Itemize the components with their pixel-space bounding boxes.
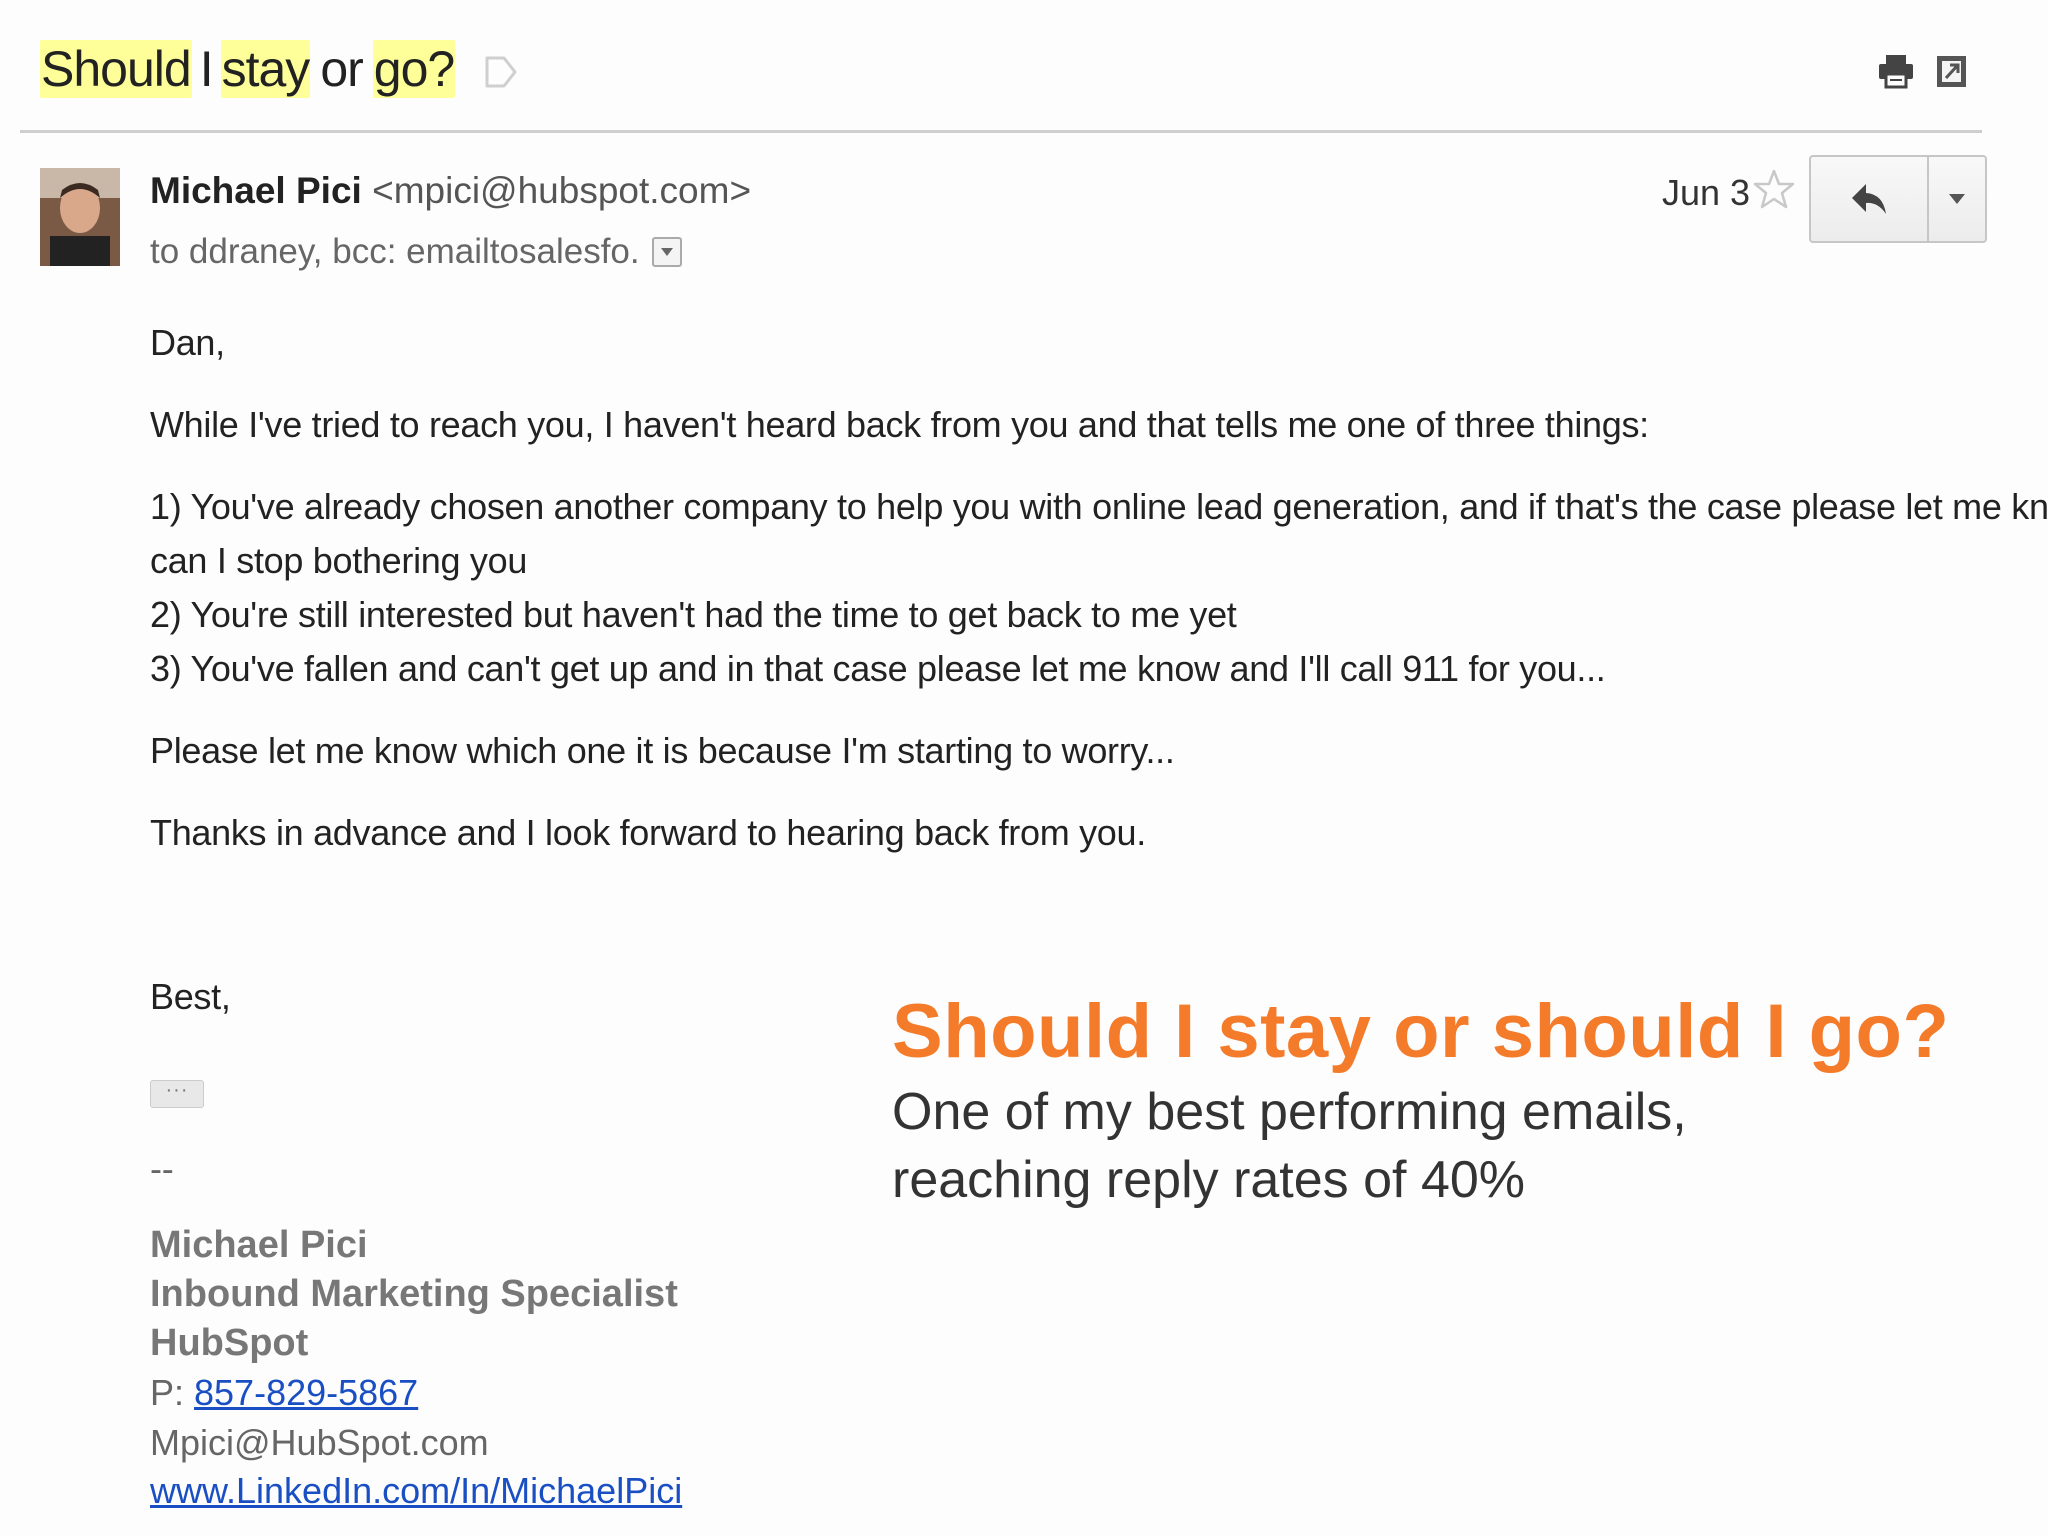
reply-button[interactable] [1811,157,1929,241]
chevron-down-icon [660,248,673,256]
body-item-1: 1) You've already chosen another company… [150,486,2048,527]
signature-email: Mpici@HubSpot.com [150,1422,489,1463]
avatar[interactable] [40,168,120,266]
recipients-line: to ddraney, bcc: emailtosalesfo. [150,232,682,272]
phone-label: P: [150,1372,195,1413]
body-paragraph-3: Thanks in advance and I look forward to … [150,812,1146,853]
subject-word: go? [372,40,455,98]
show-trimmed-content-button[interactable]: ··· [150,1080,204,1108]
subject-word: Should [40,40,192,98]
signature-company: HubSpot [150,1322,309,1364]
subject-word: I [199,41,214,97]
header-divider [20,130,1982,133]
chevron-down-icon [1949,194,1965,204]
signature-title: Inbound Marketing Specialist [150,1273,678,1315]
callout-caption-line-1: One of my best performing emails, [892,1083,1687,1141]
callout-caption-line-2: reaching reply rates of 40% [892,1151,1526,1209]
recipients-text: to ddraney, bcc: emailtosalesfo. [150,232,640,271]
body-greeting: Dan, [150,322,225,363]
message-date: Jun 3 [1662,172,1751,213]
signature-separator: -- [150,1148,174,1189]
linkedin-link[interactable]: www.LinkedIn.com/In/MichaelPici [150,1470,682,1511]
star-icon[interactable] [1753,168,1795,210]
body-intro: While I've tried to reach you, I haven't… [150,404,1649,445]
signature-phone-line: P: 857-829-5867 [150,1372,418,1414]
body-item-1-cont: can I stop bothering you [150,540,528,581]
subject-word: stay [220,40,311,98]
phone-link[interactable]: 857-829-5867 [194,1372,418,1413]
print-icon[interactable] [1877,52,1915,90]
body-item-3: 3) You've fallen and can't get up and in… [150,648,1606,689]
email-subject: Should I stay or go? [40,34,455,104]
callout-title: Should I stay or should I go? [892,989,1950,1074]
body-paragraph-2: Please let me know which one it is becau… [150,730,1175,771]
body-closing: Best, [150,976,231,1017]
signature-name: Michael Pici [150,1224,368,1266]
sender-name[interactable]: Michael Pici [150,170,362,211]
signature-linkedin-line: www.LinkedIn.com/In/MichaelPici [150,1470,682,1512]
body-item-2: 2) You're still interested but haven't h… [150,594,1237,635]
sender-email: <mpici@hubspot.com> [372,170,752,211]
recipient-details-toggle[interactable] [651,237,682,267]
more-actions-button[interactable] [1929,157,1985,241]
label-icon[interactable] [484,54,518,90]
subject-word: or [320,41,363,97]
reply-icon [1852,184,1886,214]
sender-line: Michael Pici <mpici@hubspot.com> [150,170,751,212]
popout-icon[interactable] [1935,52,1969,90]
reply-button-group [1809,155,1987,243]
